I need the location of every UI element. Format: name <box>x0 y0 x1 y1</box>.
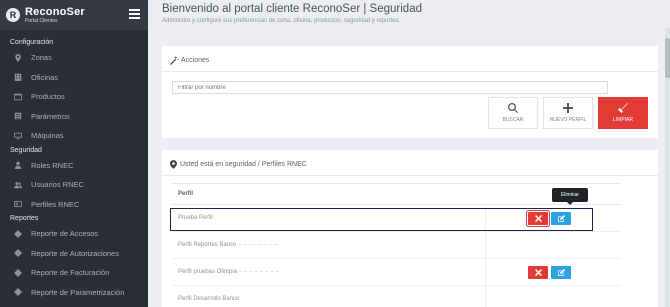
scrollbar-thumb[interactable] <box>665 38 670 78</box>
sidebar-item-reporte-facturacion[interactable]: Reporte de Facturación <box>0 263 148 283</box>
sidebar-item-reporte-parametrizacion[interactable]: Reporte de Parametrización <box>0 283 148 303</box>
action-buttons: BUSCAR NUEVO PERFIL LIMPIAR <box>488 97 648 129</box>
table-row: Perfil Desarrollo Banco <box>172 286 621 307</box>
clear-button[interactable]: LIMPIAR <box>598 97 648 129</box>
menu-toggle-icon[interactable] <box>129 9 140 19</box>
search-input[interactable] <box>172 81 608 94</box>
map-pin-icon <box>170 160 177 169</box>
plus-icon <box>563 103 573 113</box>
chevron-icon <box>14 249 22 258</box>
users-icon <box>14 181 22 189</box>
page-scrollbar[interactable] <box>665 28 670 307</box>
profiles-card: Usted está en seguridad / Perfiles RNEC … <box>162 150 658 307</box>
close-icon <box>534 215 542 222</box>
profiles-table: Perfil Prueba Perfil Perfil Reportes Ban… <box>170 183 621 307</box>
delete-tooltip: Eliminar <box>552 188 588 205</box>
section-configuracion: Configuración <box>10 39 54 46</box>
page-title: Bienvenido al portal cliente ReconoSer |… <box>162 3 422 15</box>
building-icon <box>14 73 22 82</box>
chevron-icon <box>14 288 22 297</box>
brand-logo: R <box>6 8 20 22</box>
sidebar-item-perfiles[interactable]: Perfiles RNEC <box>0 195 148 215</box>
profile-name: Prueba Perfil <box>178 215 213 221</box>
brand-header: R ReconoSer Portal Clientes <box>0 0 148 30</box>
actions-title: Acciones <box>162 46 658 65</box>
list-icon <box>14 112 22 120</box>
profile-name: Perfil Reportes Banco <box>178 242 237 248</box>
profiles-breadcrumb: Usted está en seguridad / Perfiles RNEC <box>162 150 658 169</box>
edit-icon <box>557 269 565 276</box>
box-icon <box>14 93 22 101</box>
chevron-icon <box>14 229 22 238</box>
section-reportes: Reportes <box>10 215 39 222</box>
user-icon <box>14 161 22 170</box>
delete-button[interactable] <box>528 266 548 279</box>
brand-title: ReconoSer <box>25 5 85 18</box>
sidebar-item-maquinas[interactable]: Máquinas <box>0 126 148 146</box>
sidebar-item-zonas[interactable]: Zonas <box>0 48 148 68</box>
brand-subtitle: Portal Clientes <box>25 17 58 24</box>
main-content: Bienvenido al portal cliente ReconoSer |… <box>148 0 670 307</box>
sidebar-item-roles[interactable]: Roles RNEC <box>0 156 148 176</box>
table-row: Prueba Perfil <box>172 205 621 232</box>
map-marker-icon <box>14 53 22 62</box>
id-card-icon <box>14 200 22 208</box>
magic-wand-icon <box>170 56 179 65</box>
eraser-icon <box>618 103 628 113</box>
chevron-icon <box>14 268 22 277</box>
monitor-icon <box>14 132 22 140</box>
page-header: Bienvenido al portal cliente ReconoSer |… <box>148 0 670 36</box>
sidebar-item-productos[interactable]: Productos <box>0 87 148 107</box>
profile-name: Perfil pruebas Olimpia <box>178 269 238 275</box>
sidebar-item-reporte-autorizaciones[interactable]: Reporte de Autorizaciones <box>0 244 148 264</box>
search-button[interactable]: BUSCAR <box>488 97 538 129</box>
sidebar-item-usuarios[interactable]: Usuarios RNEC <box>0 175 148 195</box>
sidebar-item-reporte-accesos[interactable]: Reporte de Accesos <box>0 224 148 244</box>
sidebar: R ReconoSer Portal Clientes Configuració… <box>0 0 148 307</box>
edit-button[interactable] <box>551 212 571 225</box>
search-icon <box>508 103 518 113</box>
edit-button[interactable] <box>551 266 571 279</box>
profile-name: Perfil Desarrollo Banco <box>178 296 240 302</box>
page-subtitle: Administre y configure sus preferencias … <box>162 18 401 24</box>
edit-icon <box>557 215 565 222</box>
section-seguridad: Seguridad <box>10 146 42 154</box>
close-icon <box>534 269 542 276</box>
actions-card: Acciones BUSCAR NUEVO PERFIL LIMPIAR <box>162 46 658 138</box>
table-row: Perfil pruebas Olimpia <box>172 259 621 286</box>
sidebar-item-oficinas[interactable]: Oficinas <box>0 68 148 88</box>
delete-button[interactable] <box>528 212 548 225</box>
sidebar-item-parametros[interactable]: Parámetros <box>0 107 148 127</box>
new-profile-button[interactable]: NUEVO PERFIL <box>543 97 593 129</box>
table-row: Perfil Reportes Banco <box>172 232 621 259</box>
